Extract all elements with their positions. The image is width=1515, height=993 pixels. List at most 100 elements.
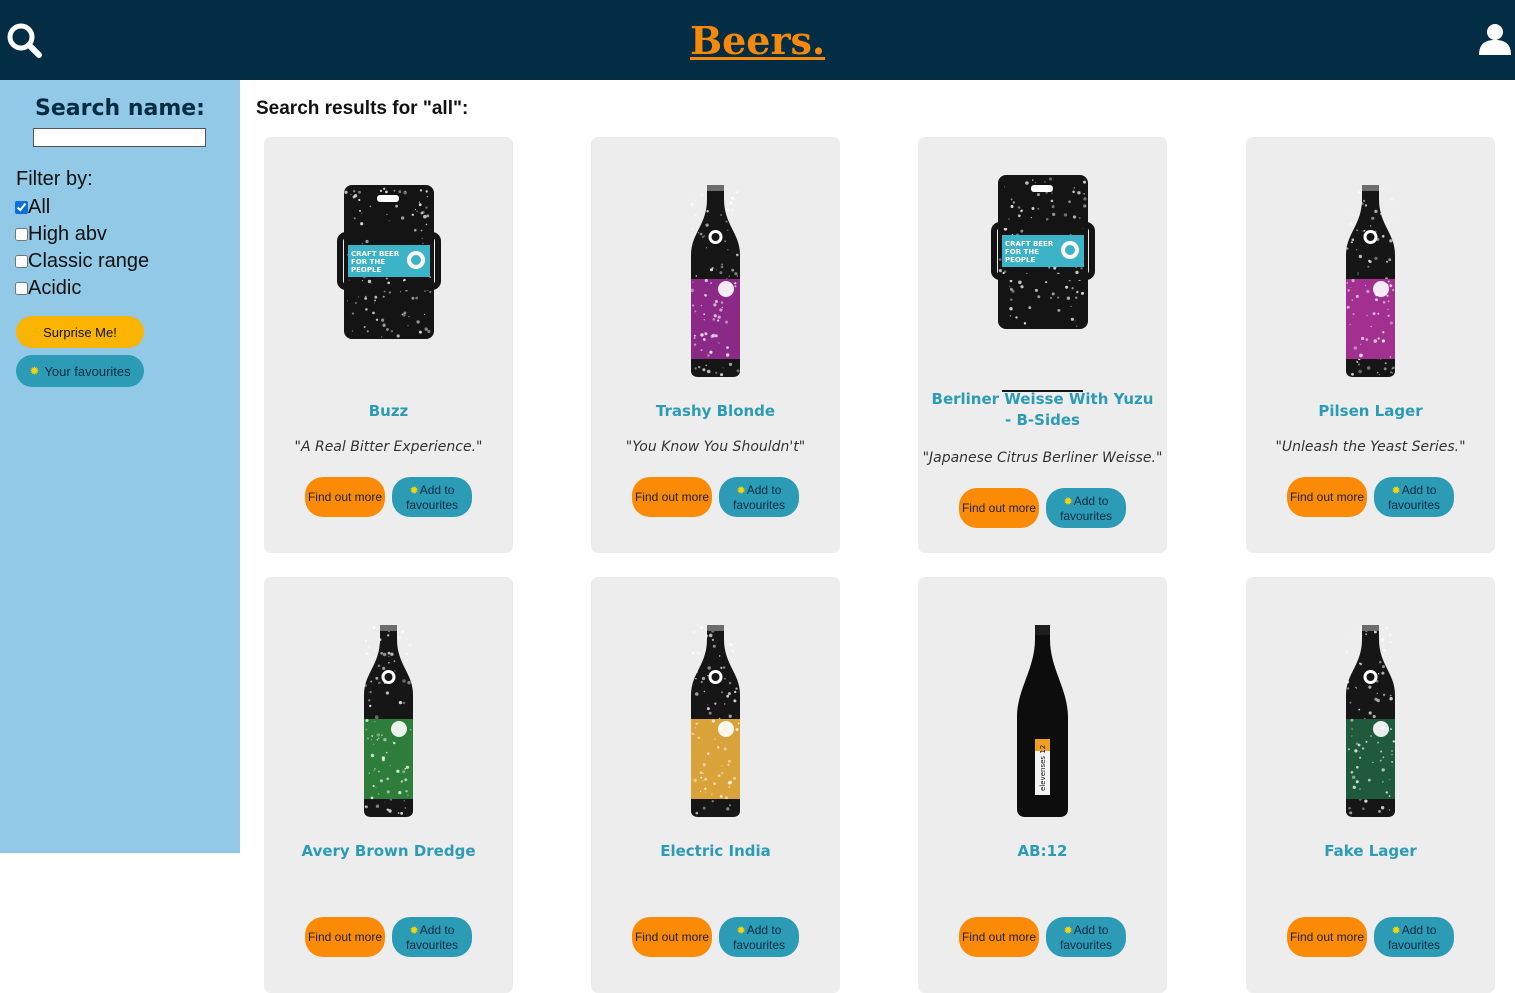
beer-name[interactable]: Berliner Weisse With Yuzu - B-Sides [918,389,1167,431]
beer-name[interactable]: Avery Brown Dredge [264,841,513,862]
filter-classic-range-checkbox[interactable] [15,255,28,268]
bottle-image: elevenses 12 [1017,625,1068,817]
sun-star-icon: ✹ [409,484,419,497]
svg-text:CRAFT BEER: CRAFT BEER [351,250,400,258]
add-to-favourites-button[interactable]: ✹Add to favourites [1374,917,1454,957]
bottle-image [1345,625,1395,817]
beer-image: CRAFT BEER FOR THE PEOPLE KEG ONLY [918,137,1167,413]
add-to-favourites-label: ✹Add to favourites [392,483,472,512]
beer-image: CRAFT BEER FOR THE PEOPLE KEG ONLY [264,137,513,423]
svg-text:PEOPLE: PEOPLE [1005,256,1035,264]
sun-star-icon: ✹ [1391,924,1401,937]
svg-text:PEOPLE: PEOPLE [351,266,381,274]
beer-name[interactable]: Trashy Blonde [591,401,840,422]
add-to-favourites-button[interactable]: ✹Add to favourites [1046,917,1126,957]
beer-image [1246,577,1495,837]
sun-star-icon: ✹ [409,924,419,937]
search-icon[interactable] [6,22,44,60]
keg-image: CRAFT BEER FOR THE PEOPLE KEG ONLY [991,175,1095,413]
site-logo[interactable]: Beers. [690,18,825,63]
add-to-favourites-button[interactable]: ✹Add to favourites [1374,477,1454,517]
beer-tagline: "Japanese Citrus Berliner Weisse." [922,450,1163,466]
filter-all-checkbox[interactable] [15,201,28,214]
bottle-image [364,625,414,817]
beer-card: Pilsen Lager "Unleash the Yeast Series." F… [1246,137,1495,553]
search-name-heading: Search name: [35,96,205,121]
add-to-favourites-button[interactable]: ✹Add to favourites [392,917,472,957]
filter-sidebar: Search name: Filter by: All High abv Cla… [0,80,240,853]
beer-card: Fake Lager Find out more ✹Add to favourite… [1246,577,1495,993]
filter-acidic-label: Acidic [28,277,82,299]
filter-all-label: All [28,196,51,218]
filter-by-label: Filter by: [16,168,93,190]
filter-classic-range[interactable]: Classic range [15,250,149,273]
beer-name[interactable]: Fake Lager [1246,841,1495,862]
add-to-favourites-label: ✹Add to favourites [1046,494,1126,523]
sun-star-icon: ✹ [736,924,746,937]
find-out-more-label: Find out more [307,490,383,504]
svg-text:CRAFT BEER: CRAFT BEER [1005,240,1054,248]
filter-classic-range-label: Classic range [28,250,150,272]
your-favourites-label: Your favourites [44,363,131,379]
find-out-more-label: Find out more [307,930,383,944]
find-out-more-button[interactable]: Find out more [1287,917,1367,957]
add-to-favourites-label: ✹Add to favourites [1374,483,1454,512]
find-out-more-label: Find out more [1289,930,1365,944]
search-name-input[interactable] [33,128,206,147]
user-icon[interactable] [1478,22,1512,56]
bottle-image [690,185,740,377]
find-out-more-button[interactable]: Find out more [632,477,712,517]
results-title: Search results for "all": [256,98,469,119]
keg-image: CRAFT BEER FOR THE PEOPLE KEG ONLY [337,185,441,423]
filter-high-abv[interactable]: High abv [15,223,107,246]
add-to-favourites-label: ✹Add to favourites [719,483,799,512]
beer-image [1246,137,1495,397]
beer-card: Electric India Find out more ✹Add to favou… [591,577,840,993]
beer-tagline: "You Know You Shouldn't" [625,439,806,455]
beer-name[interactable]: AB:12 [918,841,1167,862]
add-to-favourites-label: ✹Add to favourites [1374,923,1454,952]
find-out-more-button[interactable]: Find out more [305,477,385,517]
beer-tagline: "A Real Bitter Experience." [294,439,483,455]
beer-name[interactable]: Pilsen Lager [1246,401,1495,422]
add-to-favourites-button[interactable]: ✹Add to favourites [1046,488,1126,528]
surprise-me-button[interactable]: Surprise Me! [16,316,144,348]
your-favourites-button[interactable]: ✹ Your favourites [16,355,144,387]
filter-acidic[interactable]: Acidic [15,277,81,300]
filter-high-abv-checkbox[interactable] [15,228,28,241]
filter-all[interactable]: All [15,196,50,219]
beer-tagline: "Unleash the Yeast Series." [1275,439,1466,455]
sun-star-icon: ✹ [736,484,746,497]
add-to-favourites-button[interactable]: ✹Add to favourites [719,917,799,957]
sun-star-icon: ✹ [1063,495,1073,508]
bottle-image [691,625,741,817]
top-header: Beers. [0,0,1515,80]
add-to-favourites-label: ✹Add to favourites [719,923,799,952]
beer-card: CRAFT BEER FOR THE PEOPLE KEG ONLY Buzz "… [264,137,513,553]
beer-name[interactable]: Electric India [591,841,840,862]
beer-name[interactable]: Buzz [264,401,513,422]
add-to-favourites-button[interactable]: ✹Add to favourites [392,477,472,517]
add-to-favourites-button[interactable]: ✹Add to favourites [719,477,799,517]
find-out-more-label: Find out more [634,490,710,504]
svg-text:elevenses 12: elevenses 12 [1039,745,1047,791]
find-out-more-button[interactable]: Find out more [959,488,1039,528]
filter-acidic-checkbox[interactable] [15,282,28,295]
beer-image [591,577,840,837]
sun-star-icon: ✹ [29,364,40,378]
find-out-more-label: Find out more [961,930,1037,944]
filter-high-abv-label: High abv [28,223,107,245]
find-out-more-button[interactable]: Find out more [305,917,385,957]
add-to-favourites-label: ✹Add to favourites [392,923,472,952]
find-out-more-label: Find out more [634,930,710,944]
beer-image [591,137,840,397]
beer-card: elevenses 12 AB:12 Find out more ✹Add to f… [918,577,1167,993]
find-out-more-button[interactable]: Find out more [959,917,1039,957]
bottle-image [1346,185,1395,377]
beer-card: Trashy Blonde "You Know You Shouldn't" Fin… [591,137,840,553]
svg-text:FOR THE: FOR THE [351,258,385,266]
beer-image [264,577,513,837]
find-out-more-label: Find out more [1289,490,1365,504]
find-out-more-button[interactable]: Find out more [632,917,712,957]
find-out-more-button[interactable]: Find out more [1287,477,1367,517]
